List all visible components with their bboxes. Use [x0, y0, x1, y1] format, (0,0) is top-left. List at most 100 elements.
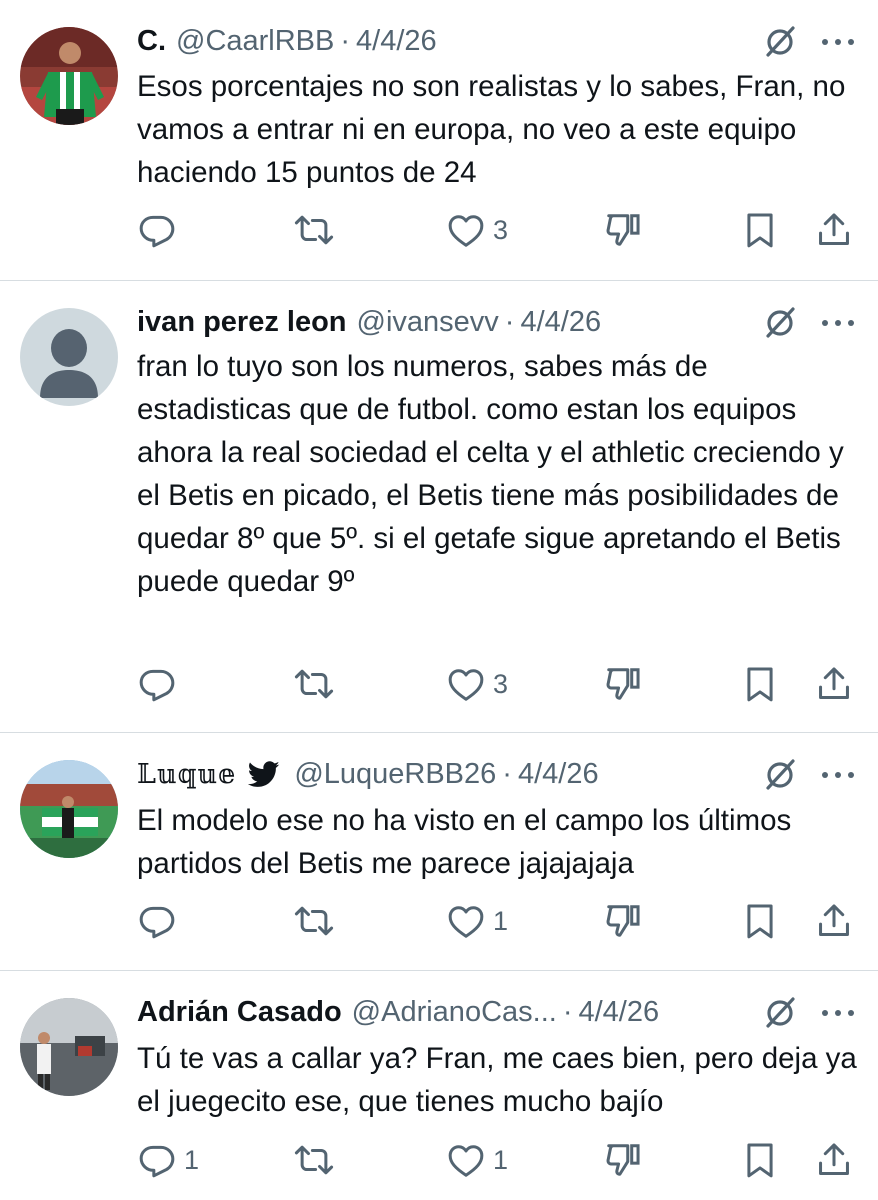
bookmark-button[interactable] — [741, 208, 779, 252]
like-count: 3 — [493, 668, 509, 699]
tweet-header: Adrián Casado @AdrianoCas... · 4/4/26 — [137, 994, 659, 1030]
reply-button[interactable] — [138, 899, 184, 943]
tweet-actions: 3 — [0, 662, 878, 706]
like-button[interactable]: 1 — [447, 899, 508, 943]
grok-icon[interactable] — [760, 22, 800, 62]
reply-button[interactable] — [138, 662, 184, 706]
default-avatar-image — [20, 308, 118, 406]
heart-icon — [448, 1145, 484, 1177]
avatar[interactable] — [20, 308, 118, 406]
like-count: 3 — [493, 214, 509, 245]
share-button[interactable] — [815, 1138, 853, 1182]
tweet-text: Tú te vas a callar ya? Fran, me caes bie… — [137, 1042, 857, 1118]
avatar[interactable] — [20, 27, 118, 125]
avatar-image — [20, 998, 118, 1096]
share-icon — [819, 213, 849, 245]
tweet-actions: 1 1 — [0, 1138, 878, 1182]
retweet-button[interactable] — [294, 899, 342, 943]
tweet-2[interactable]: ivan perez leon @ivansevv · 4/4/26 fran … — [0, 281, 878, 731]
reply-button[interactable] — [138, 208, 184, 252]
reply-button[interactable]: 1 — [138, 1138, 199, 1182]
tweet-text: Esos porcentajes no son realistas y lo s… — [137, 70, 846, 189]
user-handle[interactable]: @AdrianoCas... — [352, 996, 557, 1029]
retweet-button[interactable] — [294, 1138, 342, 1182]
more-icon[interactable] — [818, 993, 858, 1033]
share-button[interactable] — [815, 208, 853, 252]
separator-dot: · — [504, 305, 515, 338]
bookmark-icon — [747, 1143, 773, 1178]
tweet-date[interactable]: 4/4/26 — [518, 758, 599, 791]
display-name[interactable]: 𝕃𝕦𝕢𝕦𝕖 — [137, 759, 236, 790]
more-icon[interactable] — [818, 755, 858, 795]
share-button[interactable] — [815, 899, 853, 943]
reply-icon — [139, 669, 175, 702]
dislike-icon — [606, 214, 640, 246]
dislike-icon — [606, 1144, 640, 1176]
like-button[interactable]: 1 — [447, 1138, 508, 1182]
avatar[interactable] — [20, 998, 118, 1096]
grok-icon[interactable] — [760, 755, 800, 795]
tweet-header: C. @CaarlRBB · 4/4/26 — [137, 23, 437, 59]
share-button[interactable] — [815, 662, 853, 706]
like-button[interactable]: 3 — [447, 208, 508, 252]
dislike-button[interactable] — [604, 1138, 642, 1182]
tweet-4[interactable]: Adrián Casado @AdrianoCas... · 4/4/26 Tú… — [0, 971, 878, 1200]
dislike-button[interactable] — [604, 208, 642, 252]
tweet-date[interactable]: 4/4/26 — [520, 306, 601, 339]
bookmark-button[interactable] — [741, 662, 779, 706]
dislike-icon — [606, 668, 640, 700]
more-icon[interactable] — [818, 22, 858, 62]
user-handle[interactable]: @CaarlRBB — [176, 25, 334, 58]
tweet-text: El modelo ese no ha visto en el campo lo… — [137, 804, 792, 880]
tweet-3[interactable]: 𝕃𝕦𝕢𝕦𝕖 @LuqueRBB26 · 4/4/26 El modelo ese… — [0, 733, 878, 969]
dislike-button[interactable] — [604, 899, 642, 943]
heart-icon — [448, 906, 484, 938]
bookmark-icon — [747, 213, 773, 248]
tweet-1[interactable]: C. @CaarlRBB · 4/4/26 Esos porcentajes n… — [0, 0, 878, 280]
tweet-actions: 3 — [0, 208, 878, 252]
tweet-date[interactable]: 4/4/26 — [578, 996, 659, 1029]
retweet-button[interactable] — [294, 208, 342, 252]
avatar-image — [20, 27, 118, 125]
tweet-actions: 1 — [0, 899, 878, 943]
retweet-icon — [294, 1145, 334, 1175]
separator-dot: · — [340, 24, 351, 57]
reply-count: 1 — [184, 1144, 200, 1175]
share-icon — [819, 904, 849, 936]
retweet-icon — [294, 906, 334, 936]
share-icon — [819, 667, 849, 699]
user-handle[interactable]: @ivansevv — [357, 306, 499, 339]
avatar[interactable] — [20, 760, 118, 858]
like-button[interactable]: 3 — [447, 662, 508, 706]
separator-dot: · — [562, 995, 573, 1028]
grok-icon[interactable] — [760, 303, 800, 343]
more-icon[interactable] — [818, 303, 858, 343]
retweet-icon — [294, 215, 334, 245]
tweet-text: fran lo tuyo son los numeros, sabes más … — [137, 350, 844, 598]
tweet-header: ivan perez leon @ivansevv · 4/4/26 — [137, 304, 601, 340]
bookmark-icon — [747, 667, 773, 702]
bookmark-button[interactable] — [741, 899, 779, 943]
tweet-header: 𝕃𝕦𝕢𝕦𝕖 @LuqueRBB26 · 4/4/26 — [137, 756, 599, 792]
display-name[interactable]: ivan perez leon — [137, 306, 347, 339]
dislike-icon — [606, 905, 640, 937]
heart-icon — [448, 215, 484, 247]
tweet-date[interactable]: 4/4/26 — [356, 25, 437, 58]
separator-dot: · — [502, 757, 512, 790]
retweet-button[interactable] — [294, 662, 342, 706]
reply-icon — [139, 1145, 175, 1178]
heart-icon — [448, 669, 484, 701]
avatar-image — [20, 760, 118, 858]
reply-icon — [139, 906, 175, 939]
retweet-icon — [294, 669, 334, 699]
display-name[interactable]: Adrián Casado — [137, 996, 342, 1029]
user-handle[interactable]: @LuqueRBB26 — [294, 758, 496, 791]
like-count: 1 — [493, 1144, 509, 1175]
like-count: 1 — [493, 905, 509, 936]
dislike-button[interactable] — [604, 662, 642, 706]
grok-icon[interactable] — [760, 993, 800, 1033]
display-name[interactable]: C. — [137, 25, 166, 58]
twitter-bird-icon — [248, 760, 280, 788]
bookmark-button[interactable] — [741, 1138, 779, 1182]
reply-icon — [139, 215, 175, 248]
